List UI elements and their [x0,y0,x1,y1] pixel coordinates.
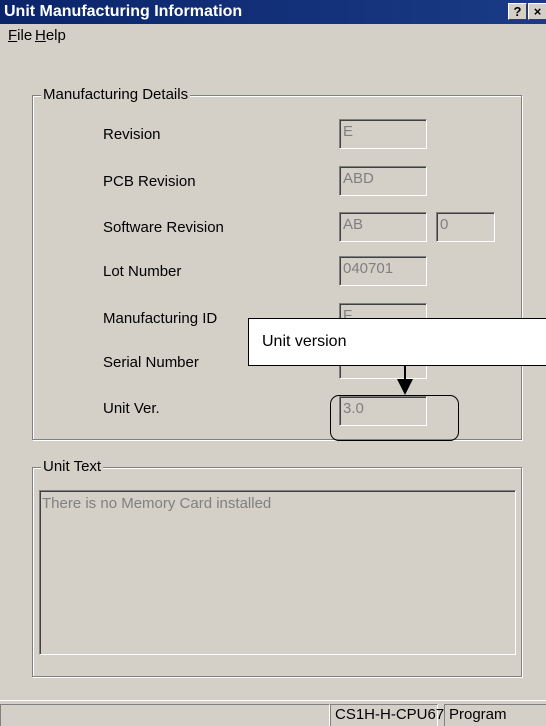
menu-file-label: ile [17,27,33,44]
callout-arrow-icon [397,379,413,395]
lot-number-field[interactable]: 040701 [339,256,427,286]
menu-file[interactable]: File [8,27,32,44]
unit-text-legend: Unit Text [41,458,104,476]
software-revision-sub-field[interactable]: 0 [436,212,495,242]
status-mode: Program [444,704,546,726]
menu-help[interactable]: Help [35,27,66,44]
pcb-revision-field[interactable]: ABD [339,166,427,196]
unit-version-callout: Unit version [248,318,546,366]
callout-text: Unit version [262,333,347,350]
callout-highlight-ring [330,395,459,441]
status-model: CS1H-H-CPU67 [330,704,444,726]
status-bar: CS1H-H-CPU67 Program [0,700,546,726]
unit-manufacturing-window: Unit Manufacturing Information ? × File … [0,0,546,726]
menu-help-mnemonic: H [35,27,46,44]
unit-text-area[interactable]: There is no Memory Card installed [39,490,516,655]
status-message-pane [0,704,330,726]
callout-arrow-line [404,366,406,380]
lot-number-label: Lot Number [103,263,182,280]
menu-bar: File Help [0,24,546,47]
menu-file-mnemonic: F [8,27,18,44]
title-bar[interactable]: Unit Manufacturing Information ? × [0,0,546,24]
software-revision-label: Software Revision [103,219,224,236]
window-title: Unit Manufacturing Information [4,3,243,20]
manufacturing-details-legend: Manufacturing Details [41,86,191,104]
help-button[interactable]: ? [508,3,527,20]
serial-number-label: Serial Number [103,354,199,371]
menu-help-label: elp [45,27,66,44]
unit-ver-label: Unit Ver. [103,400,160,417]
manufacturing-id-label: Manufacturing ID [103,310,218,327]
software-revision-field[interactable]: AB [339,212,427,242]
pcb-revision-label: PCB Revision [103,173,196,190]
close-button[interactable]: × [528,3,546,20]
revision-field[interactable]: E [339,119,427,149]
revision-label: Revision [103,126,161,143]
